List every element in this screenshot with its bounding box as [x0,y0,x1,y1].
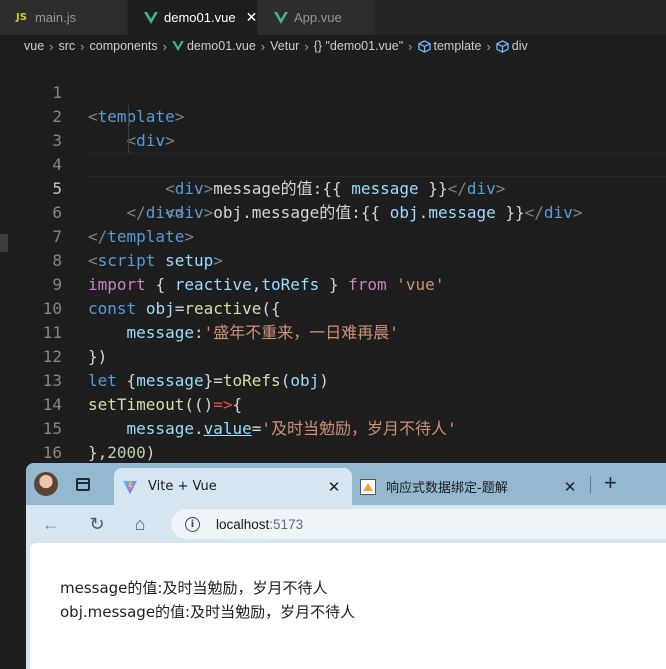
page-favicon [360,478,376,495]
breadcrumb-item[interactable]: demo01.vue [172,39,256,53]
reload-button[interactable]: ↻ [86,513,108,535]
page-content: message的值:及时当勉励，岁月不待人 obj.message的值:及时当勉… [30,543,666,669]
editor-tab-bar: JS main.js demo01.vue ✕ App.vue [0,0,666,35]
indent-guide [128,129,129,153]
tab-label: main.js [34,10,77,25]
code-line: 15 },2000) [0,393,666,462]
tab-app-vue[interactable]: App.vue [258,0,376,35]
chevron-right-icon: › [80,38,85,54]
vite-icon [122,479,138,495]
indent-guide [128,105,129,129]
vue-icon [274,11,288,24]
breadcrumb-item[interactable]: template [417,39,482,53]
browser-tab-vite-vue[interactable]: Vite + Vue ✕ [114,468,352,505]
browser-tab-title: Vite + Vue [148,479,217,494]
code-line: 10 message:'盛年不重来，一日难再晨' [0,273,666,342]
obj-message-output: obj.message的值:及时当勉励，岁月不待人 [60,603,356,621]
chevron-right-icon: › [486,38,491,54]
breadcrumb-item[interactable]: src [59,39,76,53]
back-button[interactable]: ← [40,513,62,535]
code-line: 3 <div>message的值:{{ message }}</div> [0,105,666,198]
code-line: 2 <div> [0,81,666,150]
browser-window: Vite + Vue ✕ 响应式数据绑定-题解 ✕ + ← ↻ ⌂ i loca… [26,463,666,669]
code-editor[interactable]: 1 <template> 2 <div> 3 <div>message的值:{{… [0,57,666,486]
code-line: 11 }) [0,297,666,366]
url-host: localhost [216,516,270,532]
code-line: 7 <script setup> [0,201,666,270]
code-line: 12 let {message}=toRefs(obj) [0,321,666,390]
code-line: 4 <div>obj.message的值:{{ obj.message }}</… [0,129,666,222]
breadcrumb-label: demo01.vue [186,39,256,53]
chevron-right-icon: › [49,38,54,54]
breadcrumb-item[interactable]: {} "demo01.vue" [314,39,404,53]
code-line: 1 <template> [0,57,666,126]
cube-icon [496,39,509,53]
browser-tab-strip: Vite + Vue ✕ 响应式数据绑定-题解 ✕ + [26,463,666,505]
breadcrumb-label: template [433,39,482,53]
breadcrumb-item[interactable]: components [90,39,158,53]
tab-divider [590,476,591,494]
breadcrumb-item[interactable]: div [496,39,528,53]
tab-demo01-vue[interactable]: demo01.vue ✕ [128,0,258,35]
close-icon[interactable]: ✕ [324,478,344,496]
vue-icon [144,11,158,24]
tab-main-js[interactable]: JS main.js [0,0,128,35]
browser-tab-title: 响应式数据绑定-题解 [386,481,508,496]
avatar[interactable] [34,472,58,496]
message-output: message的值:及时当勉励，岁月不待人 [60,579,328,597]
close-icon[interactable]: ✕ [560,478,580,496]
js-icon: JS [16,12,27,23]
chevron-right-icon: › [260,38,266,54]
tab-label: demo01.vue [164,10,236,25]
breadcrumb-label: div [511,39,528,53]
chevron-right-icon: › [162,38,167,54]
new-tab-button[interactable]: + [604,472,617,494]
code-line-current: 5 </div> [0,153,666,222]
code-line: 8 import { reactive,toRefs } from 'vue' [0,225,666,294]
breadcrumb: vue › src › components › demo01.vue › Ve… [0,35,666,57]
vue-icon [172,41,184,51]
browser-tab-solution[interactable]: 响应式数据绑定-题解 ✕ [356,468,588,505]
cube-icon [417,39,431,53]
chevron-right-icon: › [304,38,309,54]
breadcrumb-item[interactable]: vue [24,39,44,53]
close-icon[interactable]: ✕ [246,9,258,26]
code-line: 16 </script> [0,417,666,486]
info-icon[interactable]: i [185,516,200,532]
url-port: :5173 [269,516,304,532]
code-line: 14 message.value='及时当勉励，岁月不待人' [0,369,666,438]
line-number: 16 [42,443,62,462]
code-line: 13 setTimeout(()=>{ [0,345,666,414]
tab-search-icon[interactable] [76,478,90,491]
browser-toolbar: ← ↻ ⌂ i localhost:5173 [26,505,666,543]
chevron-right-icon: › [408,38,413,54]
breadcrumb-item[interactable]: Vetur [270,39,299,53]
home-button[interactable]: ⌂ [129,513,151,535]
code-line: 9 const obj=reactive({ [0,249,666,318]
code-line: 6 </template> [0,177,666,246]
address-bar[interactable]: i localhost:5173 [171,509,666,539]
tab-label: App.vue [294,10,342,25]
